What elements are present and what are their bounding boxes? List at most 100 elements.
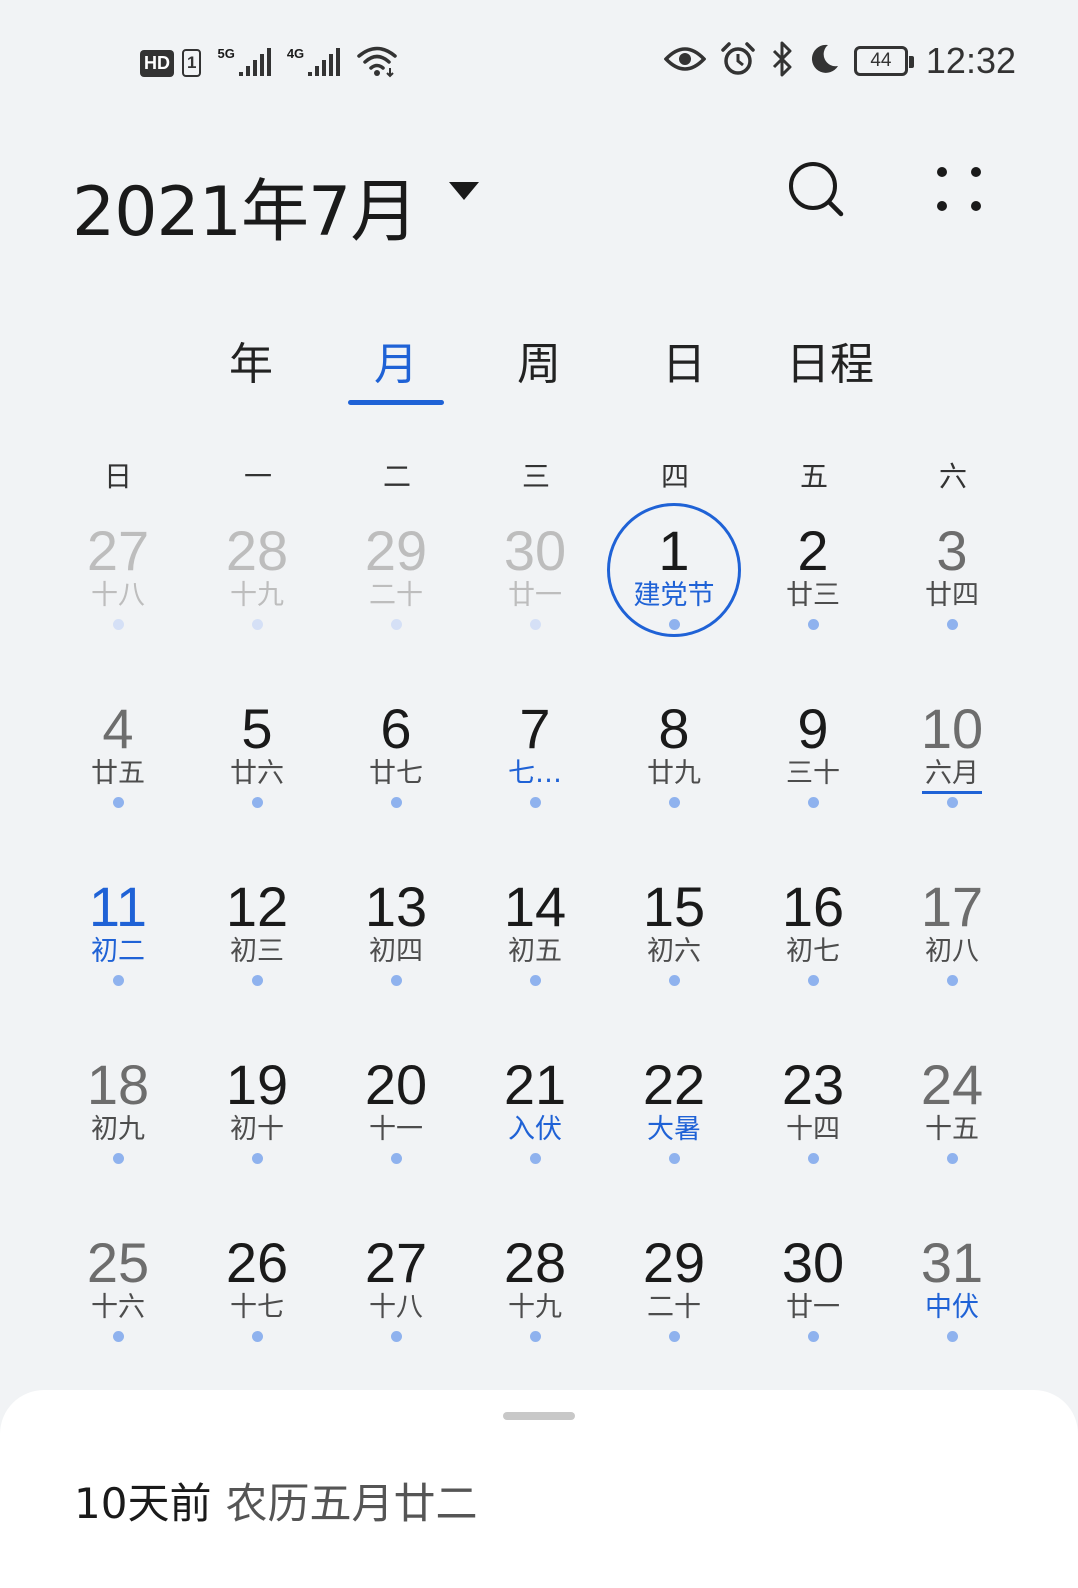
- day-cell[interactable]: 17 初八: [882, 861, 1022, 1031]
- day-cell[interactable]: 20 十一: [326, 1039, 466, 1209]
- tab-year[interactable]: 年: [191, 328, 311, 392]
- do-not-disturb-moon-icon: [808, 42, 840, 80]
- day-cell[interactable]: 16 初七: [743, 861, 883, 1031]
- battery-level: 44: [870, 50, 892, 71]
- event-dot-icon: [113, 1153, 124, 1164]
- hd-badge: HD: [140, 49, 174, 77]
- event-dot-icon: [113, 797, 124, 808]
- day-cell[interactable]: 28 十九: [187, 505, 327, 675]
- day-cell[interactable]: 30 廿一: [743, 1217, 883, 1387]
- lunar-label: 大暑: [647, 1114, 701, 1145]
- event-dot-icon: [113, 1331, 124, 1342]
- day-cell[interactable]: 27 十八: [326, 1217, 466, 1387]
- lunar-label: 廿七: [369, 758, 423, 789]
- event-dot-icon: [947, 619, 958, 630]
- event-dot-icon: [808, 1153, 819, 1164]
- lunar-label: 廿九: [647, 758, 701, 789]
- day-cell-today[interactable]: 1 建党节: [604, 503, 744, 675]
- battery-icon: 44: [853, 46, 914, 76]
- day-number: 25: [86, 1231, 150, 1294]
- tab-week[interactable]: 周: [479, 328, 599, 392]
- weekday-label: 一: [243, 460, 272, 493]
- event-dot-icon: [530, 975, 541, 986]
- event-dot-icon: [252, 1153, 263, 1164]
- day-number: 1: [658, 519, 690, 582]
- day-number: 17: [920, 875, 984, 938]
- tab-day[interactable]: 日: [624, 328, 744, 392]
- weekday-label: 二: [382, 460, 411, 493]
- day-cell[interactable]: 2 廿三: [743, 505, 883, 675]
- active-tab-indicator: [348, 400, 444, 405]
- day-number: 2: [797, 519, 829, 582]
- day-cell[interactable]: 15 初六: [604, 861, 744, 1031]
- weekday-label: 四: [660, 460, 689, 493]
- bottom-sheet[interactable]: 10天前 农历五月廿二: [0, 1390, 1078, 1588]
- search-icon[interactable]: [787, 160, 847, 224]
- event-dot-icon: [947, 975, 958, 986]
- day-cell[interactable]: 7 七…: [465, 683, 605, 853]
- event-dot-icon: [947, 1153, 958, 1164]
- day-cell[interactable]: 28 十九: [465, 1217, 605, 1387]
- day-cell[interactable]: 26 十七: [187, 1217, 327, 1387]
- day-number: 11: [88, 875, 148, 938]
- lunar-label: 初四: [369, 936, 423, 967]
- weekday-label: 六: [938, 460, 967, 493]
- day-cell[interactable]: 22 大暑: [604, 1039, 744, 1209]
- day-number: 23: [781, 1053, 845, 1116]
- lunar-label: 初七: [786, 936, 840, 967]
- signal-5g-icon: 5G: [217, 46, 271, 78]
- day-cell[interactable]: 10 六月: [882, 683, 1022, 853]
- lunar-label: 二十: [369, 580, 423, 611]
- event-dot-icon: [113, 619, 124, 630]
- weekday-label: 日: [103, 460, 132, 493]
- day-cell[interactable]: 21 入伏: [465, 1039, 605, 1209]
- day-cell[interactable]: 11 初二: [48, 861, 188, 1031]
- day-cell[interactable]: 23 十四: [743, 1039, 883, 1209]
- day-cell[interactable]: 4 廿五: [48, 683, 188, 853]
- event-dot-icon: [391, 1331, 402, 1342]
- status-bar: HD 1 5G 4G 44 12:32: [0, 0, 1078, 130]
- day-number: 31: [920, 1231, 984, 1294]
- event-dot-icon: [530, 1331, 541, 1342]
- event-dot-icon: [391, 797, 402, 808]
- day-cell[interactable]: 27 十八: [48, 505, 188, 675]
- day-number: 6: [380, 697, 412, 760]
- tab-month[interactable]: 月: [336, 328, 456, 392]
- day-cell[interactable]: 18 初九: [48, 1039, 188, 1209]
- day-cell[interactable]: 14 初五: [465, 861, 605, 1031]
- day-cell[interactable]: 9 三十: [743, 683, 883, 853]
- day-cell[interactable]: 25 十六: [48, 1217, 188, 1387]
- bluetooth-icon: [770, 41, 794, 81]
- day-cell[interactable]: 29 二十: [326, 505, 466, 675]
- lunar-label: 十五: [925, 1114, 979, 1145]
- day-cell[interactable]: 6 廿七: [326, 683, 466, 853]
- day-cell[interactable]: 8 廿九: [604, 683, 744, 853]
- day-cell[interactable]: 24 十五: [882, 1039, 1022, 1209]
- tab-agenda[interactable]: 日程: [770, 328, 890, 392]
- day-cell[interactable]: 29 二十: [604, 1217, 744, 1387]
- more-options-icon[interactable]: [932, 162, 986, 220]
- day-cell[interactable]: 13 初四: [326, 861, 466, 1031]
- day-cell[interactable]: 12 初三: [187, 861, 327, 1031]
- status-time: 12:32: [925, 40, 1016, 81]
- sheet-drag-handle[interactable]: [503, 1412, 575, 1420]
- weekday-label: 五: [799, 460, 828, 493]
- lunar-label: 廿三: [786, 580, 840, 611]
- lunar-label: 十一: [369, 1114, 423, 1145]
- day-number: 29: [364, 519, 428, 582]
- lunar-label: 初二: [91, 936, 145, 967]
- selected-date-info: 10天前 农历五月廿二: [74, 1470, 477, 1531]
- event-dot-icon: [530, 619, 541, 630]
- month-grid: 27 十八 28 十九 29 二十 30 廿一 1 建党节 2 廿三 3 廿四 4 廿五 5 廿六 6 廿七 7 七… 8 廿…: [48, 503, 1032, 1387]
- day-number: 9: [797, 697, 829, 760]
- day-cell[interactable]: 5 廿六: [187, 683, 327, 853]
- month-title[interactable]: 2021年7月: [72, 156, 418, 255]
- event-dot-icon: [669, 975, 680, 986]
- day-cell[interactable]: 3 廿四: [882, 505, 1022, 675]
- day-cell[interactable]: 31 中伏: [882, 1217, 1022, 1387]
- signal-4g-icon: 4G: [287, 46, 341, 78]
- lunar-label: 十六: [91, 1292, 145, 1323]
- day-cell[interactable]: 19 初十: [187, 1039, 327, 1209]
- dropdown-triangle-icon[interactable]: [447, 180, 481, 206]
- day-cell[interactable]: 30 廿一: [465, 505, 605, 675]
